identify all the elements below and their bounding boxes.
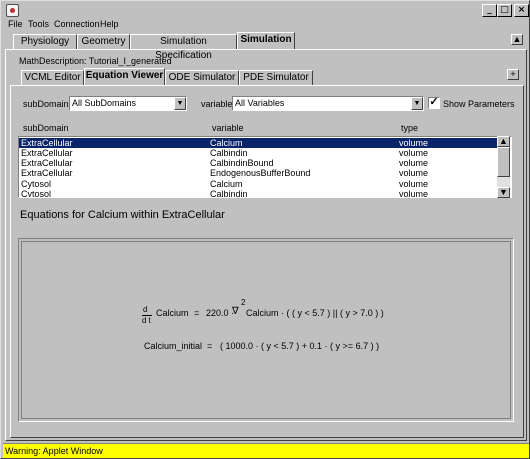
menu-connection[interactable]: Connection [54, 18, 100, 30]
title-bar: _ □ × [3, 3, 529, 18]
chevron-down-icon[interactable]: ▼ [411, 97, 423, 110]
chevron-down-icon[interactable]: ▼ [174, 97, 186, 110]
variable-select[interactable]: All Variables ▼ [232, 96, 424, 111]
equation-2-lhs: Calcium_initial [144, 341, 203, 351]
menu-tools[interactable]: Tools [28, 18, 49, 30]
table-vertical-scrollbar[interactable]: ▲ ▼ [497, 136, 510, 198]
scrollbar-thumb[interactable] [497, 147, 510, 177]
table-row[interactable]: ExtraCellular Calbindin volume [19, 148, 499, 158]
tab-vcml-editor[interactable]: VCML Editor [21, 70, 84, 85]
show-parameters-checkbox[interactable]: ✓ [428, 97, 440, 109]
tab-geometry[interactable]: Geometry [77, 34, 130, 49]
applet-warning-status: Warning: Applet Window [3, 443, 529, 458]
column-header-subdomain[interactable]: subDomain [23, 122, 69, 134]
equations-heading: Equations for Calcium within ExtraCellul… [20, 209, 225, 221]
tab-scroll-up-icon[interactable]: ▲ [511, 34, 523, 45]
table-row[interactable]: Cytosol Calcium volume [19, 179, 499, 189]
tab-pde-simulator[interactable]: PDE Simulator [239, 70, 313, 85]
equation-1-rhs: Calcium · ( ( y < 5.7 ) || ( y > 7.0 ) ) [246, 308, 384, 318]
equation-1-equals: = [194, 308, 200, 318]
variables-table: ExtraCellular Calcium volume ExtraCellul… [18, 136, 512, 198]
subtab-scroll-icon[interactable]: + [507, 69, 519, 80]
menu-file[interactable]: File [8, 18, 23, 30]
equation-2-rhs: ( 1000.0 · ( y < 5.7 ) + 0.1 · ( y >= 6.… [220, 341, 380, 351]
equation-1-coefficient: 220.0 · [206, 308, 235, 318]
applet-window: _ □ × File Tools Connection Help Physiol… [0, 0, 530, 459]
table-row[interactable]: ExtraCellular CalbindinBound volume [19, 158, 499, 168]
close-icon[interactable]: × [514, 4, 529, 17]
column-header-type[interactable]: type [401, 122, 418, 134]
tab-physiology[interactable]: Physiology [13, 34, 77, 49]
sub-tab-row: VCML Editor Equation Viewer ODE Simulato… [10, 68, 522, 85]
equation-2-equals: = [207, 341, 213, 351]
derivative-denominator: d t [142, 316, 151, 325]
scroll-up-icon[interactable]: ▲ [497, 136, 510, 147]
subdomain-select-value: All SubDomains [72, 98, 137, 108]
tab-simulation-specification[interactable]: Simulation Specification [130, 34, 237, 61]
menu-bar: File Tools Connection Help [3, 18, 529, 31]
math-description-label: MathDescription: Tutorial_I_generated [19, 56, 172, 66]
variable-label: variable [201, 99, 233, 109]
equation-display-panel [18, 238, 514, 422]
equation-canvas [21, 241, 511, 419]
java-app-icon [6, 4, 19, 17]
table-row[interactable]: Cytosol Calbindin volume [19, 189, 499, 197]
nabla-symbol: ∇ [232, 306, 239, 317]
show-parameters-label: Show Parameters [443, 99, 515, 109]
scroll-down-icon[interactable]: ▼ [497, 187, 510, 198]
table-row[interactable]: ExtraCellular Calcium volume [19, 138, 499, 148]
top-tab-row: Physiology Geometry Simulation Specifica… [5, 32, 525, 61]
derivative-numerator: d [143, 305, 148, 314]
maximize-icon[interactable]: □ [497, 4, 512, 17]
tab-equation-viewer[interactable]: Equation Viewer [84, 68, 165, 85]
column-header-variable[interactable]: variable [212, 122, 244, 134]
subdomain-label: subDomain [23, 99, 69, 109]
subdomain-select[interactable]: All SubDomains ▼ [69, 96, 187, 111]
menu-help[interactable]: Help [100, 18, 119, 30]
tab-ode-simulator[interactable]: ODE Simulator [165, 70, 239, 85]
laplacian-exponent: 2 [241, 298, 246, 307]
variable-select-value: All Variables [235, 98, 285, 108]
minimize-icon[interactable]: _ [482, 4, 497, 17]
equation-1-variable: Calcium [156, 308, 189, 318]
tab-simulation[interactable]: Simulation [237, 32, 295, 49]
table-row[interactable]: ExtraCellular EndogenousBufferBound volu… [19, 168, 499, 178]
